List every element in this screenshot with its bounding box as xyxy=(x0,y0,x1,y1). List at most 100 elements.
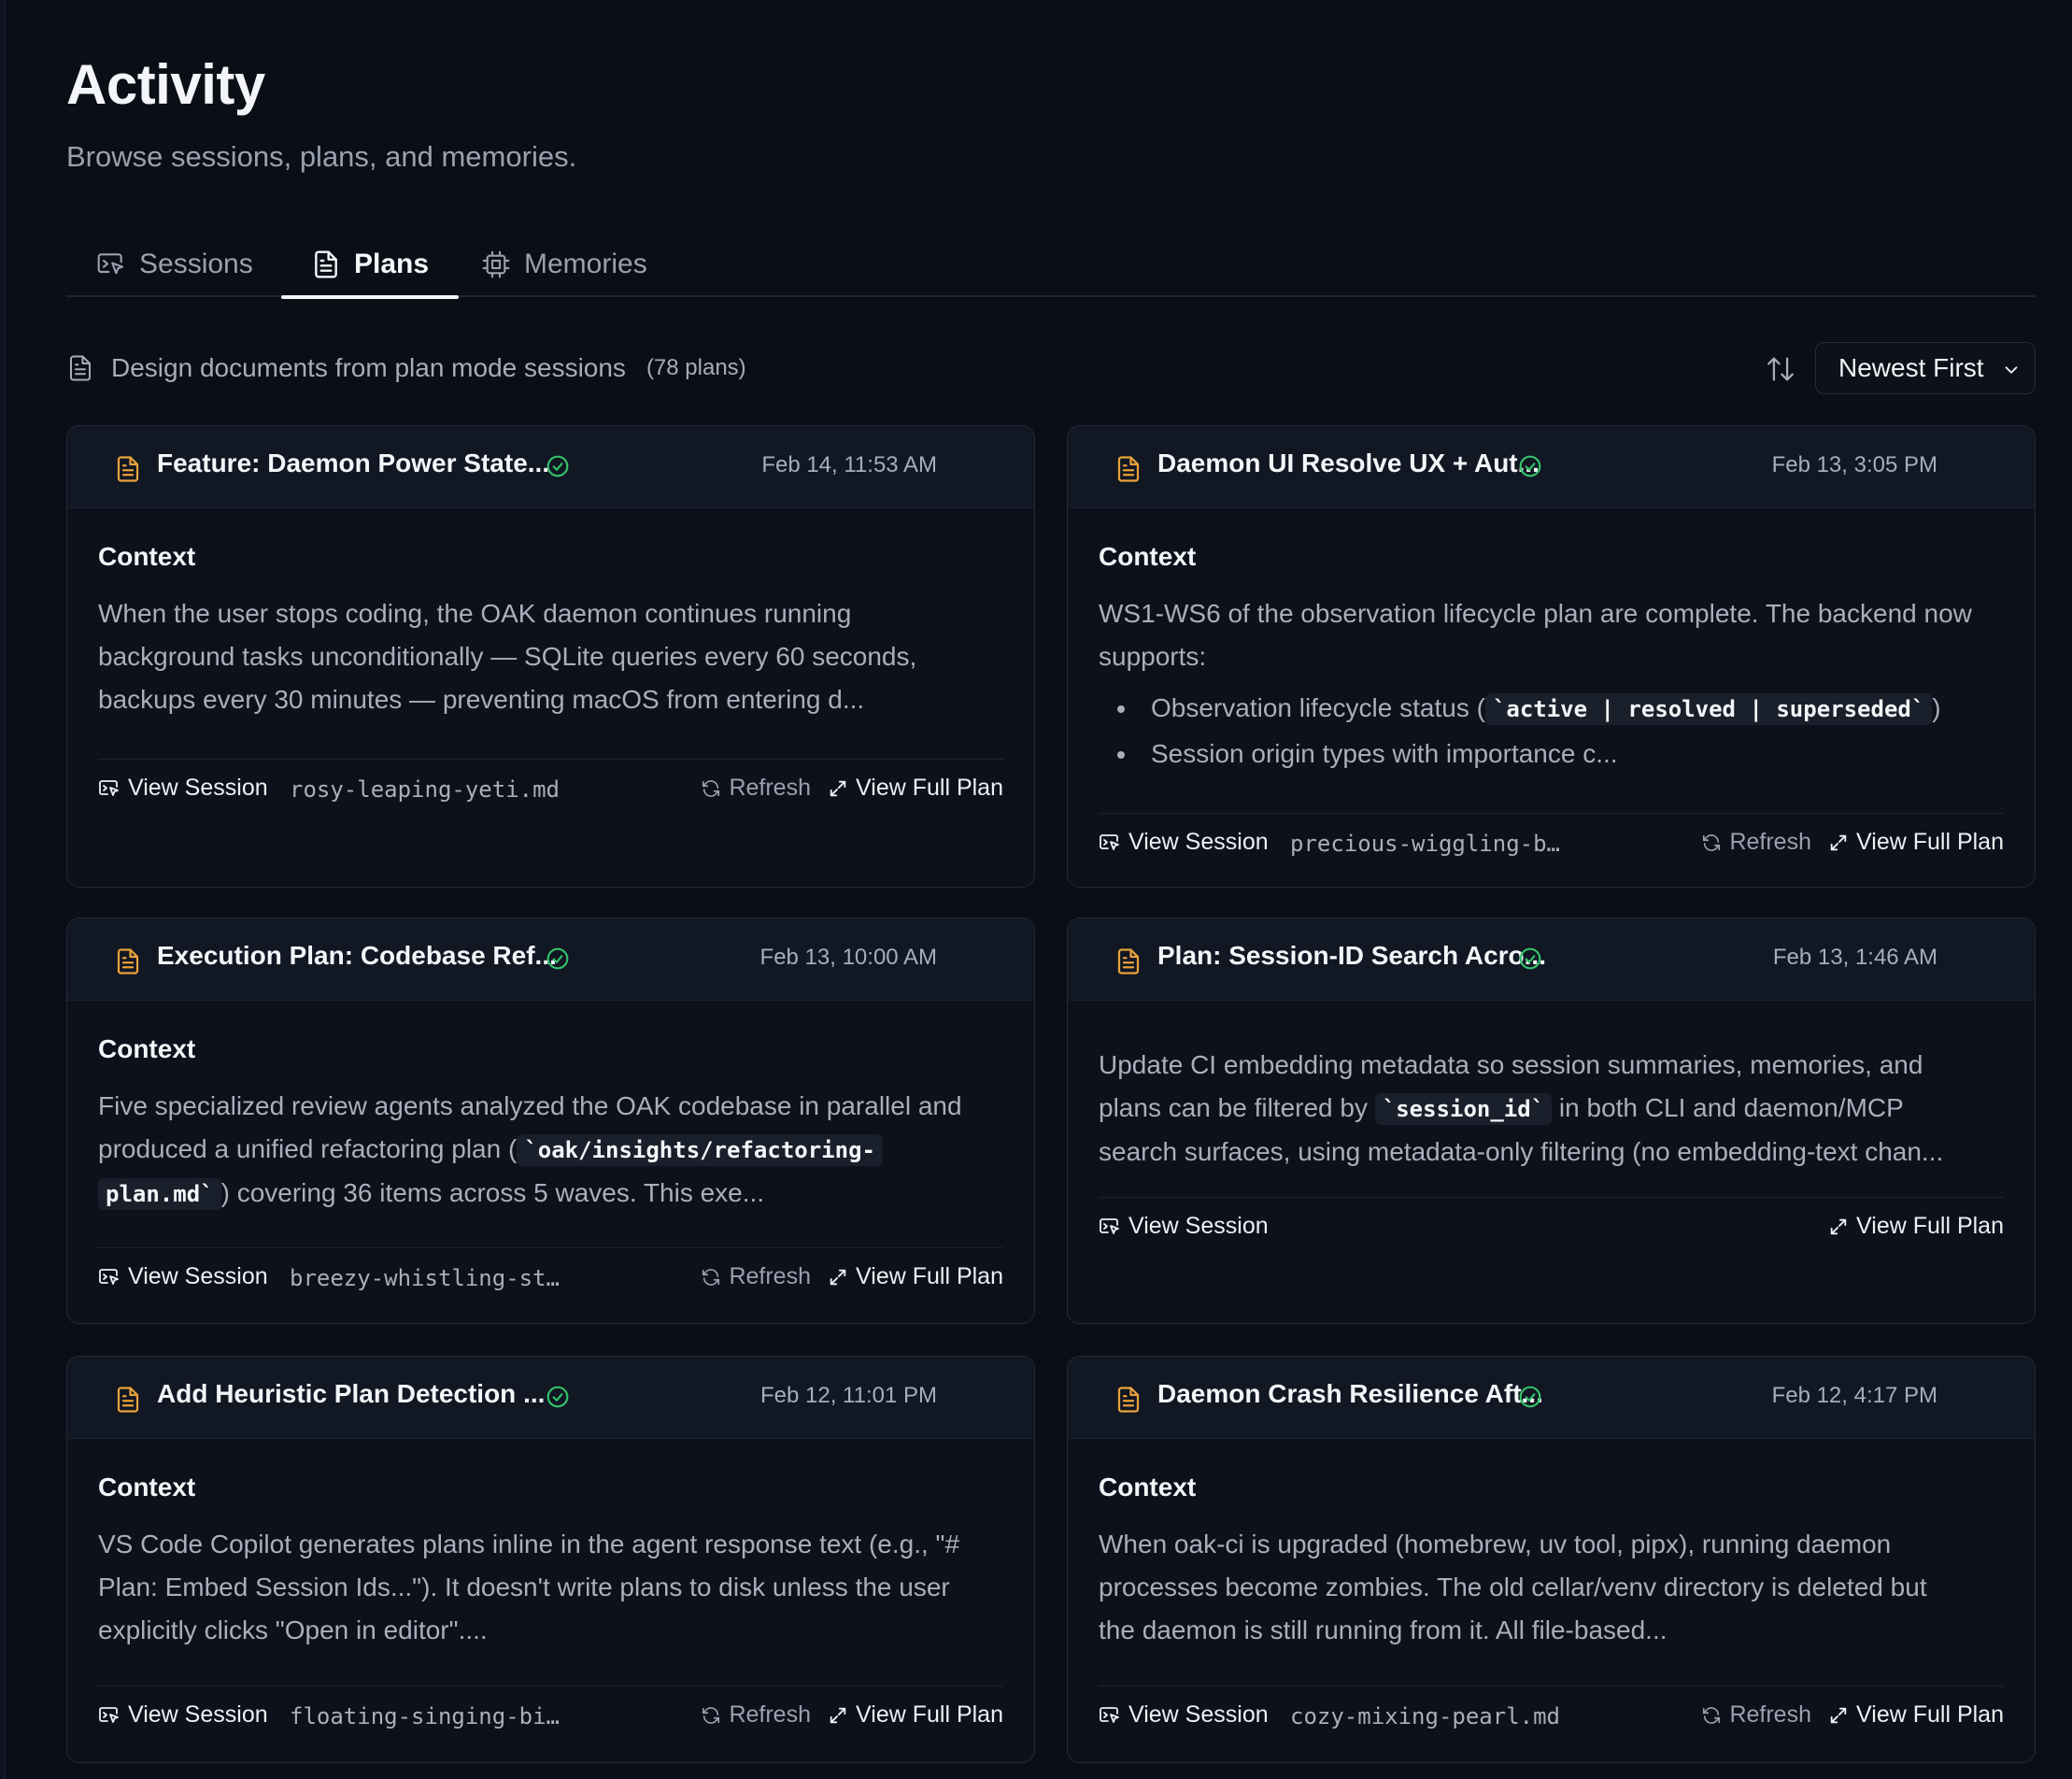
view-session-label: View Session xyxy=(128,1701,268,1728)
plan-document-icon xyxy=(117,456,139,482)
plan-date: Feb 12, 4:17 PM xyxy=(1771,1383,1937,1408)
check-circle-icon xyxy=(546,1386,569,1408)
plan-filename: rosy-leaping-yeti.md xyxy=(290,776,560,803)
refresh-icon xyxy=(1703,833,1721,851)
expand-icon xyxy=(1830,1218,1847,1234)
plan-card[interactable]: Daemon UI Resolve UX + Aut... Feb 13, 3:… xyxy=(1067,425,2036,888)
refresh-icon xyxy=(702,779,720,797)
view-session-label: View Session xyxy=(128,775,268,801)
view-session-button[interactable]: View Session xyxy=(1099,829,1269,856)
chip-icon xyxy=(482,250,510,278)
plan-card[interactable]: Plan: Session-ID Search Acro... Feb 13, … xyxy=(1067,918,2036,1324)
view-full-plan-button[interactable]: View Full Plan xyxy=(828,775,1003,802)
excerpt-line: Plan: Embed Session Ids..."). It doesn't… xyxy=(98,1573,950,1601)
excerpt-line: Five specialized review agents analyzed … xyxy=(98,1091,962,1120)
context-heading: Context xyxy=(98,1473,196,1501)
plan-card[interactable]: Execution Plan: Codebase Ref... Feb 13, … xyxy=(66,918,1035,1324)
tab-plans[interactable]: Plans xyxy=(280,232,460,299)
plan-body: Context Five specialized review agents a… xyxy=(98,1034,1003,1216)
view-full-plan-button[interactable]: View Full Plan xyxy=(1828,829,2004,856)
bullet-item: Observation lifecycle status (`active | … xyxy=(1099,686,2004,732)
sort-order-value: Newest First xyxy=(1838,353,1984,382)
check-circle-icon xyxy=(1519,1386,1541,1408)
inline-code: `oak/insights/refactoring- xyxy=(517,1134,883,1166)
refresh-label: Refresh xyxy=(1729,829,1811,855)
view-full-plan-label: View Full Plan xyxy=(856,1701,1003,1728)
plan-title: Execution Plan: Codebase Ref... xyxy=(157,941,557,970)
plan-body: Context When oak-ci is upgraded (homebre… xyxy=(1099,1473,2004,1652)
session-icon xyxy=(1100,1706,1119,1723)
view-full-plan-label: View Full Plan xyxy=(1856,1213,2004,1239)
view-session-button[interactable]: View Session xyxy=(98,775,268,802)
tab-plans-label: Plans xyxy=(354,249,430,279)
inline-code: `session_id` xyxy=(1374,1093,1553,1125)
plan-body: Context When the user stops coding, the … xyxy=(98,542,1003,721)
view-session-button[interactable]: View Session xyxy=(1099,1213,1269,1240)
plan-footer: View Session View Full Plan xyxy=(1099,1197,2004,1259)
session-icon xyxy=(99,1268,119,1285)
view-full-plan-label: View Full Plan xyxy=(856,775,1003,801)
refresh-button[interactable]: Refresh xyxy=(701,775,811,802)
plan-card[interactable]: Add Heuristic Plan Detection ... Feb 12,… xyxy=(66,1356,1035,1763)
sort-order-select[interactable]: Newest First xyxy=(1815,342,2036,394)
excerpt-line: Update CI embedding metadata so session … xyxy=(1099,1050,1923,1079)
tab-sessions[interactable]: Sessions xyxy=(96,232,253,297)
bullet-text: ) xyxy=(1932,693,1941,722)
excerpt-line: backups every 30 minutes — preventing ma… xyxy=(98,685,865,714)
excerpt-text: in both CLI and daemon/MCP xyxy=(1558,1093,1904,1122)
plan-date: Feb 14, 11:53 AM xyxy=(761,452,937,477)
bullet-item: Session origin types with importance c..… xyxy=(1099,732,2004,776)
inline-code: plan.md` xyxy=(98,1178,221,1210)
plan-footer: View Session breezy-whistling-st… Refres… xyxy=(98,1247,1003,1309)
excerpt-line: When oak-ci is upgraded (homebrew, uv to… xyxy=(1099,1530,1892,1558)
plan-excerpt: When oak-ci is upgraded (homebrew, uv to… xyxy=(1099,1523,2004,1652)
plan-excerpt: Update CI embedding metadata so session … xyxy=(1099,1044,2004,1174)
plan-card[interactable]: Daemon Crash Resilience Aft... Feb 12, 4… xyxy=(1067,1356,2036,1763)
plan-filename: cozy-mixing-pearl.md xyxy=(1290,1703,1560,1729)
view-full-plan-label: View Full Plan xyxy=(856,1263,1003,1289)
refresh-button[interactable]: Refresh xyxy=(701,1263,811,1290)
view-session-button[interactable]: View Session xyxy=(1099,1701,1269,1729)
view-session-button[interactable]: View Session xyxy=(98,1263,268,1290)
view-full-plan-button[interactable]: View Full Plan xyxy=(828,1263,1003,1290)
tab-memories[interactable]: Memories xyxy=(481,232,647,297)
plan-document-icon xyxy=(1117,456,1140,482)
bullet-text: Observation lifecycle status ( xyxy=(1151,693,1485,722)
plan-date: Feb 12, 11:01 PM xyxy=(760,1383,937,1408)
plan-title: Daemon UI Resolve UX + Aut... xyxy=(1157,448,1540,477)
refresh-button[interactable]: Refresh xyxy=(1701,829,1811,856)
plan-body: Update CI embedding metadata so session … xyxy=(1099,1044,2004,1174)
view-full-plan-button[interactable]: View Full Plan xyxy=(828,1701,1003,1729)
plan-card-header: Plan: Session-ID Search Acro... Feb 13, … xyxy=(1068,918,2035,1001)
plan-filename: floating-singing-bi… xyxy=(290,1703,560,1729)
plan-excerpt: When the user stops coding, the OAK daem… xyxy=(98,592,1003,721)
check-circle-icon xyxy=(1519,455,1541,477)
expand-icon xyxy=(1830,1707,1847,1723)
view-session-label: View Session xyxy=(1128,829,1269,855)
plans-toolbar: Design documents from plan mode sessions… xyxy=(66,340,2036,396)
refresh-label: Refresh xyxy=(729,1263,811,1289)
plan-date: Feb 13, 10:00 AM xyxy=(759,945,937,970)
plan-card[interactable]: Feature: Daemon Power State... Feb 14, 1… xyxy=(66,425,1035,888)
excerpt-line: supports: xyxy=(1099,642,1207,671)
excerpt-text: ) covering 36 items across 5 waves. This… xyxy=(220,1178,765,1207)
check-circle-icon xyxy=(546,947,569,970)
plans-summary: Design documents from plan mode sessions… xyxy=(66,340,746,396)
plan-title: Feature: Daemon Power State... xyxy=(157,448,550,477)
view-full-plan-button[interactable]: View Full Plan xyxy=(1828,1701,2004,1729)
view-full-plan-button[interactable]: View Full Plan xyxy=(1828,1213,2004,1240)
refresh-label: Refresh xyxy=(729,775,811,801)
plan-footer: View Session rosy-leaping-yeti.md Refres… xyxy=(98,759,1003,820)
excerpt-line: VS Code Copilot generates plans inline i… xyxy=(98,1530,960,1558)
excerpt-line: produced a unified refactoring plan (`oa… xyxy=(98,1128,1003,1172)
page-title: Activity xyxy=(66,53,265,116)
refresh-icon xyxy=(1703,1706,1721,1724)
plan-document-icon xyxy=(1117,948,1140,975)
view-full-plan-label: View Full Plan xyxy=(1856,829,2004,855)
refresh-button[interactable]: Refresh xyxy=(701,1701,811,1729)
sort-arrows-icon[interactable] xyxy=(1765,353,1796,385)
expand-icon xyxy=(830,780,846,796)
view-session-button[interactable]: View Session xyxy=(98,1701,268,1729)
plan-footer: View Session cozy-mixing-pearl.md Refres… xyxy=(1099,1686,2004,1747)
refresh-button[interactable]: Refresh xyxy=(1701,1701,1811,1729)
